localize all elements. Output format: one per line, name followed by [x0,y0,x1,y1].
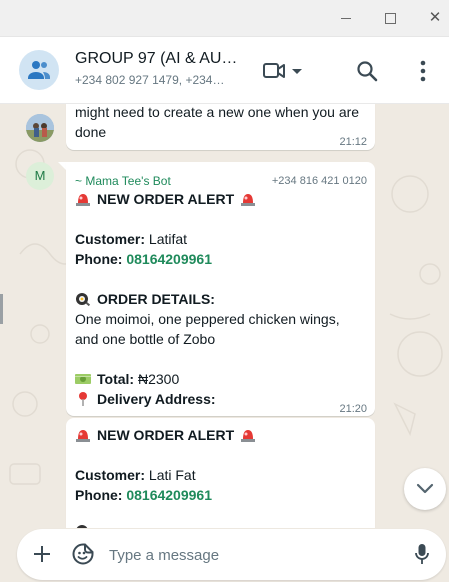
delivery-label: Delivery Address: [97,391,216,407]
police-light-icon [241,194,256,206]
total-label: Total: [97,371,135,387]
message-bubble[interactable]: NEW ORDER ALERT Customer: Lati Fat Phone… [66,418,375,528]
message-composer [17,529,446,580]
close-button[interactable]: ✕ [427,10,443,26]
message-text-line: done [75,124,107,140]
window-titlebar: ✕ [0,0,449,37]
delivery-line: Delivery Address: [75,389,216,409]
chat-header[interactable]: GROUP 97 (AI & AUT… +234 802 927 1479, +… [0,37,449,104]
phone-label: Phone: [75,251,123,267]
alert-title-line: NEW ORDER ALERT [75,189,256,209]
order-details-line: ORDER DETAILS: [75,289,215,309]
customer-line: Customer: Lati Fat [75,465,196,485]
location-pin-icon [79,392,87,406]
alert-title: NEW ORDER ALERT [97,191,235,207]
search-button[interactable] [356,60,378,82]
sender-name[interactable]: ~ Mama Tee's Bot [75,171,171,191]
scroll-to-bottom-button[interactable] [404,468,446,510]
video-call-icon [263,63,302,78]
group-members: +234 802 927 1479, +234… [75,73,225,87]
left-edge-marker [0,294,3,324]
police-light-icon [241,430,256,442]
sticker-button[interactable] [72,543,94,565]
sender-phone: +234 816 421 0120 [271,175,367,187]
sender-avatar[interactable]: M [26,162,54,190]
sticker-icon [72,543,94,565]
phone-link[interactable]: 08164209961 [126,487,212,503]
order-details-text: and one bottle of Zobo [75,331,216,347]
alert-title: NEW ORDER ALERT [97,427,235,443]
alert-title-line: NEW ORDER ALERT [75,425,256,445]
voice-message-button[interactable] [415,543,429,565]
total-value: ₦2300 [137,371,180,387]
customer-label: Customer: [75,467,146,483]
minimize-button[interactable] [338,10,354,26]
menu-dots-icon [420,60,426,82]
police-light-icon [76,430,90,442]
chat-area[interactable]: might need to create a new one when you … [0,104,449,528]
group-icon [28,61,50,79]
video-call-button[interactable] [263,61,305,81]
group-avatar[interactable] [19,50,59,90]
police-light-icon [76,194,90,206]
message-text-line: might need to create a new one when you … [75,104,360,120]
customer-value: Latifat [148,231,188,247]
avatar-image [26,114,54,142]
partial-emoji-line [75,521,97,528]
message-time: 21:12 [339,136,367,148]
search-icon [357,61,378,82]
customer-label: Customer: [75,231,146,247]
money-icon [75,374,91,384]
menu-button[interactable] [419,59,427,83]
phone-link[interactable]: 08164209961 [126,251,212,267]
attach-button[interactable] [32,544,52,564]
chevron-down-icon [416,483,434,494]
phone-line: Phone: 08164209961 [75,249,212,269]
plus-icon [34,546,50,562]
phone-line: Phone: 08164209961 [75,485,212,505]
order-details-title: ORDER DETAILS: [97,291,215,307]
maximize-button[interactable] [382,10,398,26]
mic-icon [415,544,429,564]
message-input[interactable] [107,542,391,568]
frying-pan-icon [76,525,88,528]
total-line: Total: ₦2300 [75,369,179,389]
frying-pan-icon [76,293,91,307]
phone-label: Phone: [75,487,123,503]
message-bubble[interactable]: might need to create a new one when you … [66,104,375,150]
customer-line: Customer: Latifat [75,229,187,249]
group-title[interactable]: GROUP 97 (AI & AUT… [75,50,240,68]
message-bubble[interactable]: ~ Mama Tee's Bot +234 816 421 0120 NEW O… [66,162,375,416]
message-time: 21:20 [339,403,367,415]
customer-value: Lati Fat [148,467,196,483]
sender-avatar-photo[interactable] [26,114,54,142]
order-details-text: One moimoi, one peppered chicken wings, [75,311,340,327]
